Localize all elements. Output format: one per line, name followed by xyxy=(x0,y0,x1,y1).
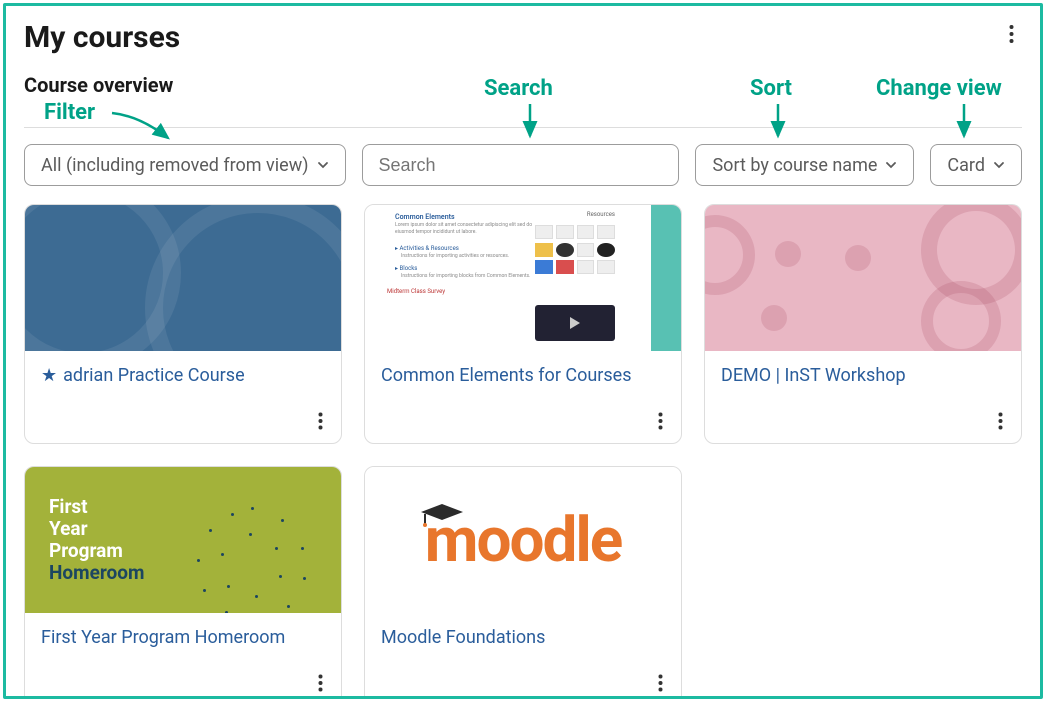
course-card-body: Moodle Foundations xyxy=(365,613,681,699)
course-card-body: DEMO | InST Workshop xyxy=(705,351,1021,443)
overview-title: Course overview xyxy=(24,73,1022,97)
filter-value: All (including removed from view) xyxy=(41,155,309,176)
course-card-body: Common Elements for Courses xyxy=(365,351,681,443)
graduation-cap-icon xyxy=(419,502,465,528)
course-card-body: First Year Program Homeroom xyxy=(25,613,341,699)
course-title: adrian Practice Course xyxy=(63,365,244,386)
course-title: DEMO | InST Workshop xyxy=(721,365,906,386)
search-input[interactable] xyxy=(379,155,663,176)
view-value: Card xyxy=(947,155,985,176)
chevron-down-icon xyxy=(993,159,1005,171)
course-thumbnail: First Year Program Homeroom xyxy=(25,467,341,613)
panel-header: My courses xyxy=(24,20,1022,55)
course-thumbnail: Common Elements Lorem ipsum dolor sit am… xyxy=(365,205,681,351)
course-actions-menu[interactable] xyxy=(654,412,667,435)
course-grid: ★ adrian Practice Course Common Elements… xyxy=(24,204,1022,699)
annotation-sort-arrow xyxy=(768,102,788,144)
course-actions-menu[interactable] xyxy=(314,674,327,697)
course-card-body: ★ adrian Practice Course xyxy=(25,351,341,443)
divider xyxy=(24,127,1022,128)
panel-actions-menu[interactable] xyxy=(1001,20,1022,53)
course-title: First Year Program Homeroom xyxy=(41,627,285,648)
course-title: Common Elements for Courses xyxy=(381,365,632,386)
view-dropdown[interactable]: Card xyxy=(930,144,1022,186)
course-thumbnail xyxy=(25,205,341,351)
annotation-filter-label: Filter xyxy=(44,100,95,125)
chevron-down-icon xyxy=(885,159,897,171)
filter-dropdown[interactable]: All (including removed from view) xyxy=(24,144,346,186)
course-actions-menu[interactable] xyxy=(654,674,667,697)
course-card[interactable]: ★ adrian Practice Course xyxy=(24,204,342,444)
chevron-down-icon xyxy=(317,159,329,171)
sort-value: Sort by course name xyxy=(712,155,877,176)
course-card[interactable]: moodle Moodle Foundations xyxy=(364,466,682,699)
annotation-search-arrow xyxy=(520,102,540,144)
course-card[interactable]: First Year Program Homeroom First Year P… xyxy=(24,466,342,699)
course-actions-menu[interactable] xyxy=(994,412,1007,435)
course-title: Moodle Foundations xyxy=(381,627,545,648)
search-input-wrapper[interactable] xyxy=(362,144,680,186)
course-card[interactable]: DEMO | InST Workshop xyxy=(704,204,1022,444)
sort-dropdown[interactable]: Sort by course name xyxy=(695,144,914,186)
course-actions-menu[interactable] xyxy=(314,412,327,435)
my-courses-panel: My courses Course overview Filter Search… xyxy=(3,3,1043,699)
annotation-view-arrow xyxy=(954,102,974,144)
course-card[interactable]: Common Elements Lorem ipsum dolor sit am… xyxy=(364,204,682,444)
star-icon: ★ xyxy=(41,365,57,386)
course-thumbnail: moodle xyxy=(365,467,681,613)
annotation-filter-arrow xyxy=(110,110,180,146)
controls-row: All (including removed from view) Sort b… xyxy=(24,144,1022,186)
course-thumbnail xyxy=(705,205,1021,351)
page-title: My courses xyxy=(24,20,180,55)
